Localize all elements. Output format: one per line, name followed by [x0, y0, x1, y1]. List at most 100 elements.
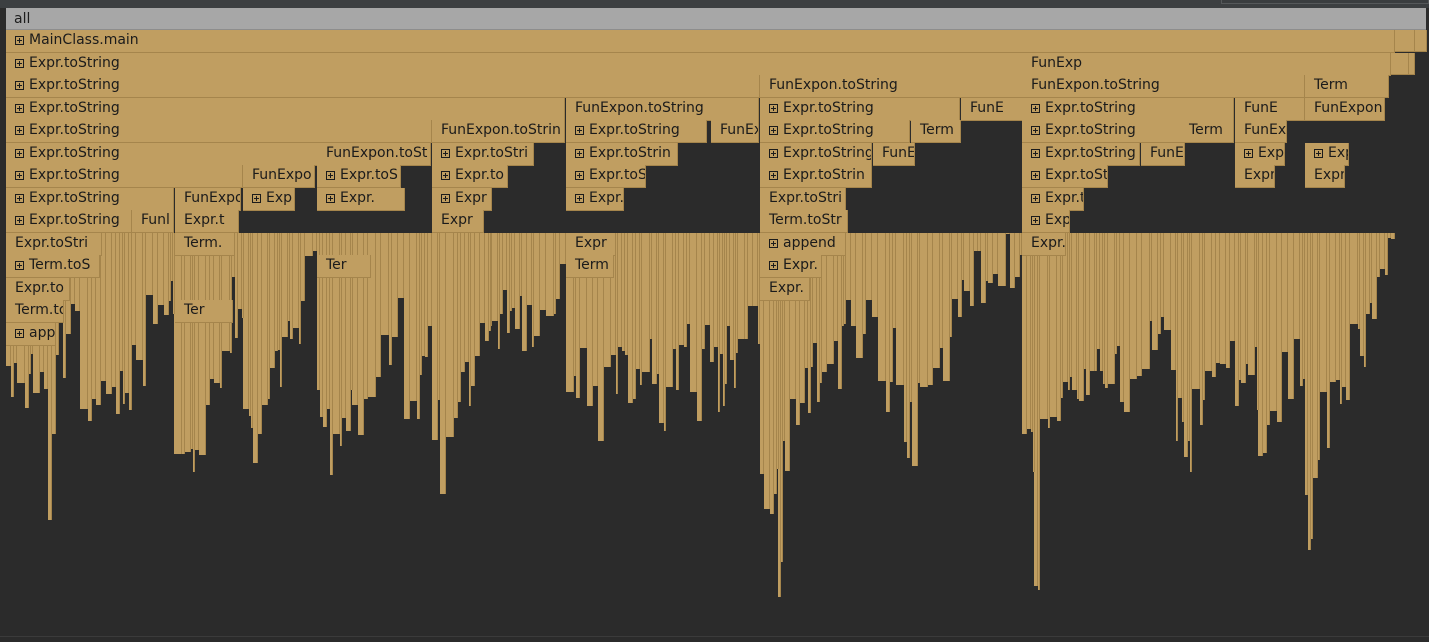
- stack-frame[interactable]: [690, 233, 697, 392]
- stack-frame[interactable]: [249, 233, 251, 416]
- stack-frame[interactable]: [1086, 233, 1090, 395]
- stack-frame[interactable]: Expr.toS: [317, 165, 401, 188]
- stack-frame[interactable]: appe: [6, 323, 56, 346]
- stack-frame[interactable]: [1038, 233, 1040, 590]
- stack-frame[interactable]: Expr.toString: [760, 120, 910, 143]
- stack-frame[interactable]: [1117, 233, 1120, 346]
- stack-frame[interactable]: [650, 233, 652, 339]
- expand-icon[interactable]: [769, 171, 778, 180]
- stack-frame[interactable]: [978, 233, 981, 251]
- stack-frame[interactable]: [745, 233, 748, 339]
- stack-frame[interactable]: [1303, 233, 1305, 379]
- stack-frame[interactable]: [964, 233, 970, 291]
- stack-frame[interactable]: [191, 233, 193, 449]
- stack-frame[interactable]: Expr.toString: [6, 143, 318, 166]
- stack-frame[interactable]: FunEx: [711, 120, 759, 143]
- stack-frame[interactable]: FunExpon.toString: [760, 75, 1023, 98]
- expand-icon[interactable]: [15, 126, 24, 135]
- stack-frame[interactable]: [527, 233, 532, 305]
- stack-frame[interactable]: [1391, 233, 1395, 239]
- stack-frame[interactable]: [492, 233, 498, 321]
- stack-frame[interactable]: [1178, 233, 1182, 398]
- stack-frame[interactable]: Term: [1180, 120, 1234, 143]
- stack-frame[interactable]: [1204, 233, 1212, 371]
- stack-frame[interactable]: [640, 233, 642, 385]
- stack-frame[interactable]: [376, 233, 381, 377]
- stack-frame[interactable]: [1130, 233, 1137, 379]
- stack-frame[interactable]: Term.toS: [6, 255, 100, 278]
- stack-frame[interactable]: [1391, 53, 1409, 75]
- stack-frame[interactable]: Expr.toString: [1022, 165, 1108, 188]
- stack-frame[interactable]: [1171, 233, 1176, 370]
- stack-frame[interactable]: [1077, 233, 1079, 399]
- expand-icon[interactable]: [1244, 149, 1253, 158]
- stack-frame[interactable]: [512, 233, 515, 308]
- stack-frame[interactable]: [907, 233, 910, 458]
- stack-frame[interactable]: [507, 233, 510, 333]
- stack-frame[interactable]: Expr.toStri: [760, 188, 846, 211]
- stack-frame[interactable]: [432, 233, 438, 440]
- stack-frame[interactable]: [1090, 233, 1095, 371]
- stack-frame[interactable]: FunExpon.toSt: [317, 143, 431, 166]
- stack-frame[interactable]: Exp: [243, 188, 295, 211]
- stack-frame[interactable]: Term.toStr: [760, 210, 848, 233]
- stack-frame[interactable]: [510, 233, 512, 311]
- stack-frame[interactable]: Expr: [432, 188, 492, 211]
- stack-frame[interactable]: [485, 233, 489, 341]
- stack-frame[interactable]: [253, 233, 258, 463]
- stack-frame[interactable]: Expr.: [566, 188, 624, 211]
- stack-frame[interactable]: [666, 233, 673, 387]
- stack-frame[interactable]: [636, 233, 640, 369]
- stack-frame[interactable]: [235, 233, 238, 338]
- stack-frame[interactable]: [392, 233, 398, 337]
- stack-frame[interactable]: [1048, 233, 1050, 428]
- stack-frame[interactable]: FunExpon.toString: [566, 98, 759, 121]
- stack-frame[interactable]: Expr.toString: [1022, 98, 1234, 121]
- stack-frame[interactable]: [262, 233, 268, 405]
- stack-frame[interactable]: [1203, 233, 1205, 400]
- stack-frame[interactable]: [1006, 233, 1010, 234]
- stack-frame[interactable]: [381, 233, 389, 335]
- stack-frame[interactable]: Expr.toS: [566, 165, 646, 188]
- stack-frame[interactable]: [993, 233, 998, 274]
- stack-frame[interactable]: [910, 233, 912, 402]
- stack-frame[interactable]: [851, 233, 856, 326]
- stack-frame[interactable]: [705, 233, 710, 325]
- stack-frame[interactable]: [878, 233, 886, 381]
- expand-icon[interactable]: [769, 104, 778, 113]
- stack-frame[interactable]: [893, 233, 896, 328]
- stack-frame[interactable]: [515, 233, 520, 329]
- stack-frame[interactable]: [469, 233, 471, 406]
- stack-frame[interactable]: Expr.toString: [566, 120, 707, 143]
- stack-frame[interactable]: [748, 233, 753, 306]
- stack-frame[interactable]: [1248, 233, 1255, 375]
- stack-frame[interactable]: [940, 233, 943, 348]
- stack-frame[interactable]: [1380, 233, 1385, 269]
- stack-frame[interactable]: [278, 233, 280, 350]
- expand-icon[interactable]: [575, 149, 584, 158]
- stack-frame[interactable]: [904, 233, 907, 442]
- stack-frame[interactable]: [1137, 233, 1142, 376]
- stack-frame[interactable]: [1358, 233, 1360, 329]
- stack-frame[interactable]: [1409, 53, 1415, 75]
- stack-frame[interactable]: [1120, 233, 1124, 402]
- stack-frame[interactable]: [1212, 233, 1216, 377]
- stack-frame[interactable]: [1158, 233, 1161, 334]
- stack-frame[interactable]: [1031, 233, 1033, 432]
- expand-icon[interactable]: [1031, 171, 1040, 180]
- stack-frame[interactable]: [1263, 233, 1267, 453]
- stack-frame[interactable]: [1330, 233, 1336, 382]
- stack-frame[interactable]: Expr.toString: [1022, 120, 1181, 143]
- stack-frame[interactable]: [1360, 233, 1364, 356]
- stack-frame[interactable]: [1070, 233, 1072, 377]
- stack-frame[interactable]: Expr.: [760, 255, 822, 278]
- stack-frame[interactable]: [1300, 233, 1303, 386]
- stack-frame[interactable]: FunExpo: [175, 188, 241, 211]
- stack-frame[interactable]: [1061, 233, 1063, 398]
- stack-frame[interactable]: [1294, 233, 1300, 339]
- expand-icon[interactable]: [15, 36, 24, 45]
- stack-frame[interactable]: [753, 233, 758, 306]
- stack-frame[interactable]: [282, 233, 288, 337]
- stack-frame[interactable]: [912, 233, 918, 466]
- stack-frame[interactable]: [1100, 233, 1103, 371]
